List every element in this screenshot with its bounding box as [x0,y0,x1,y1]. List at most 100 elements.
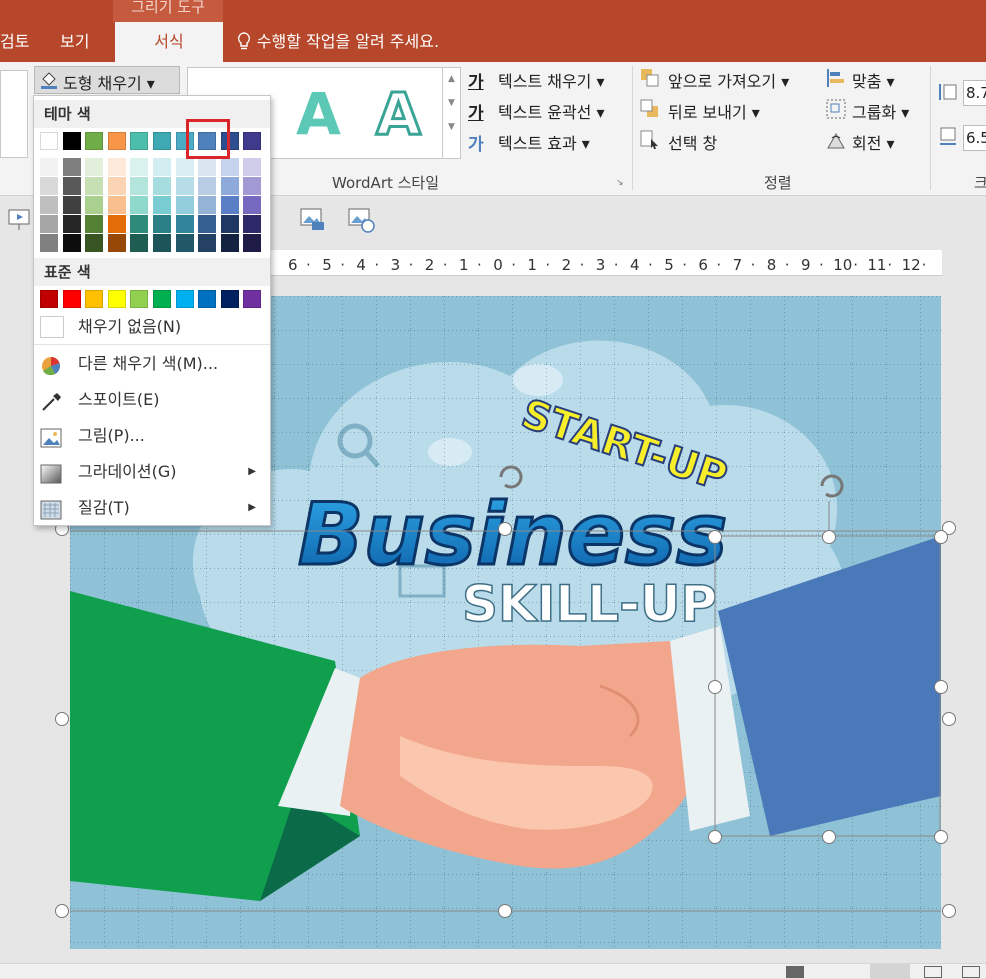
tell-me-box[interactable]: 수행할 작업을 알려 주세요. [236,22,439,62]
slide-picture-icon[interactable] [298,206,328,234]
theme-shade-swatch[interactable] [175,215,194,233]
theme-shade-swatch[interactable] [175,158,194,176]
theme-shade-swatch[interactable] [175,234,194,252]
shape-style-stub[interactable] [0,70,28,158]
standard-color-swatch[interactable] [130,290,149,308]
picture-fill-item[interactable]: 그림(P)... [34,419,270,453]
theme-shade-swatch[interactable] [62,234,81,252]
resize-handle[interactable] [934,830,948,844]
theme-shade-swatch[interactable] [62,158,81,176]
theme-color-swatch[interactable] [153,132,171,150]
theme-shade-swatch[interactable] [85,177,104,195]
theme-shade-swatch[interactable] [85,196,104,214]
theme-shade-swatch[interactable] [198,215,217,233]
theme-shade-swatch[interactable] [153,158,171,176]
tab-view[interactable]: 보기 [60,22,100,62]
standard-color-swatch[interactable] [40,290,58,308]
theme-color-swatch[interactable] [243,132,262,150]
shape-height-input[interactable]: 8.7 [963,80,986,106]
resize-handle[interactable] [822,530,836,544]
theme-shade-swatch[interactable] [198,234,217,252]
resize-handle[interactable] [934,680,948,694]
theme-shade-swatch[interactable] [220,215,239,233]
standard-color-swatch[interactable] [85,290,104,308]
gradient-item[interactable]: 그라데이션(G) ▶ [34,455,270,489]
theme-shade-swatch[interactable] [243,234,262,252]
theme-shade-swatch[interactable] [107,177,126,195]
standard-color-swatch[interactable] [175,290,194,308]
standard-color-swatch[interactable] [243,290,262,308]
theme-shade-swatch[interactable] [40,196,58,214]
theme-shade-swatch[interactable] [220,158,239,176]
resize-handle[interactable] [934,530,948,544]
more-fill-colors-item[interactable]: 다른 채우기 색(M)... [34,347,270,381]
theme-shade-swatch[interactable] [130,215,149,233]
theme-color-swatch[interactable] [130,132,149,150]
standard-color-swatch[interactable] [220,290,239,308]
theme-color-swatch[interactable] [62,132,81,150]
theme-shade-swatch[interactable] [130,234,149,252]
theme-shade-swatch[interactable] [107,158,126,176]
texture-item[interactable]: 질감(T) ▶ [34,491,270,525]
theme-shade-swatch[interactable] [175,177,194,195]
resize-handle[interactable] [942,904,956,918]
theme-shade-swatch[interactable] [40,158,58,176]
theme-shade-swatch[interactable] [40,177,58,195]
resize-handle[interactable] [498,522,512,536]
standard-color-swatch[interactable] [62,290,81,308]
dialog-launcher-icon[interactable]: ↘ [616,178,624,188]
theme-shade-swatch[interactable] [107,234,126,252]
theme-shade-swatch[interactable] [85,215,104,233]
resize-handle[interactable] [708,530,722,544]
wordart-style-teal[interactable]: A [296,68,341,160]
standard-color-swatch[interactable] [153,290,171,308]
wordart-style-outline[interactable]: A [375,68,423,160]
theme-shade-swatch[interactable] [107,215,126,233]
theme-color-swatch[interactable] [40,132,58,150]
theme-color-swatch[interactable] [107,132,126,150]
resize-handle[interactable] [55,904,69,918]
theme-shade-swatch[interactable] [220,234,239,252]
resize-handle[interactable] [708,680,722,694]
horizontal-ruler[interactable]: 6 · 5 · 4 · 3 · 2 · 1 · 0 · 1 · 2 · 3 · 4 · 5 · 6 · 7 · 8 · 9 · 10 · 11 · 12… [270,250,942,276]
theme-shade-swatch[interactable] [243,215,262,233]
theme-shade-swatch[interactable] [243,177,262,195]
online-picture-icon[interactable] [346,206,376,234]
theme-shade-swatch[interactable] [153,215,171,233]
theme-shade-swatch[interactable] [62,215,81,233]
theme-shade-swatch[interactable] [85,158,104,176]
tab-review[interactable]: 검토 [0,22,40,62]
theme-shade-swatch[interactable] [85,234,104,252]
tab-format[interactable]: 서식 [115,22,223,62]
theme-shade-swatch[interactable] [198,177,217,195]
resize-handle[interactable] [55,712,69,726]
notes-icon[interactable] [786,966,804,978]
resize-handle[interactable] [498,904,512,918]
shape-fill-button[interactable]: 도형 채우기 ▾ [34,66,180,94]
theme-shade-swatch[interactable] [107,196,126,214]
theme-shade-swatch[interactable] [220,177,239,195]
theme-shade-swatch[interactable] [130,196,149,214]
slide-sorter-button[interactable] [924,966,942,978]
theme-shade-swatch[interactable] [243,158,262,176]
eyedropper-item[interactable]: 스포이트(E) [34,383,270,417]
normal-view-button[interactable] [870,964,910,979]
resize-handle[interactable] [708,830,722,844]
theme-shade-swatch[interactable] [153,234,171,252]
standard-color-swatch[interactable] [107,290,126,308]
theme-shade-swatch[interactable] [153,177,171,195]
theme-shade-swatch[interactable] [243,196,262,214]
wordart-gallery-scroll[interactable]: ▲ ▼ ▼ [443,67,461,159]
theme-shade-swatch[interactable] [220,196,239,214]
resize-handle[interactable] [942,712,956,726]
theme-shade-swatch[interactable] [198,158,217,176]
theme-shade-swatch[interactable] [153,196,171,214]
resize-handle[interactable] [822,830,836,844]
theme-shade-swatch[interactable] [198,196,217,214]
theme-shade-swatch[interactable] [130,158,149,176]
theme-shade-swatch[interactable] [40,215,58,233]
standard-color-swatch[interactable] [198,290,217,308]
shape-width-input[interactable]: 6.5 [963,125,986,151]
slideshow-icon[interactable] [6,206,36,234]
theme-shade-swatch[interactable] [130,177,149,195]
